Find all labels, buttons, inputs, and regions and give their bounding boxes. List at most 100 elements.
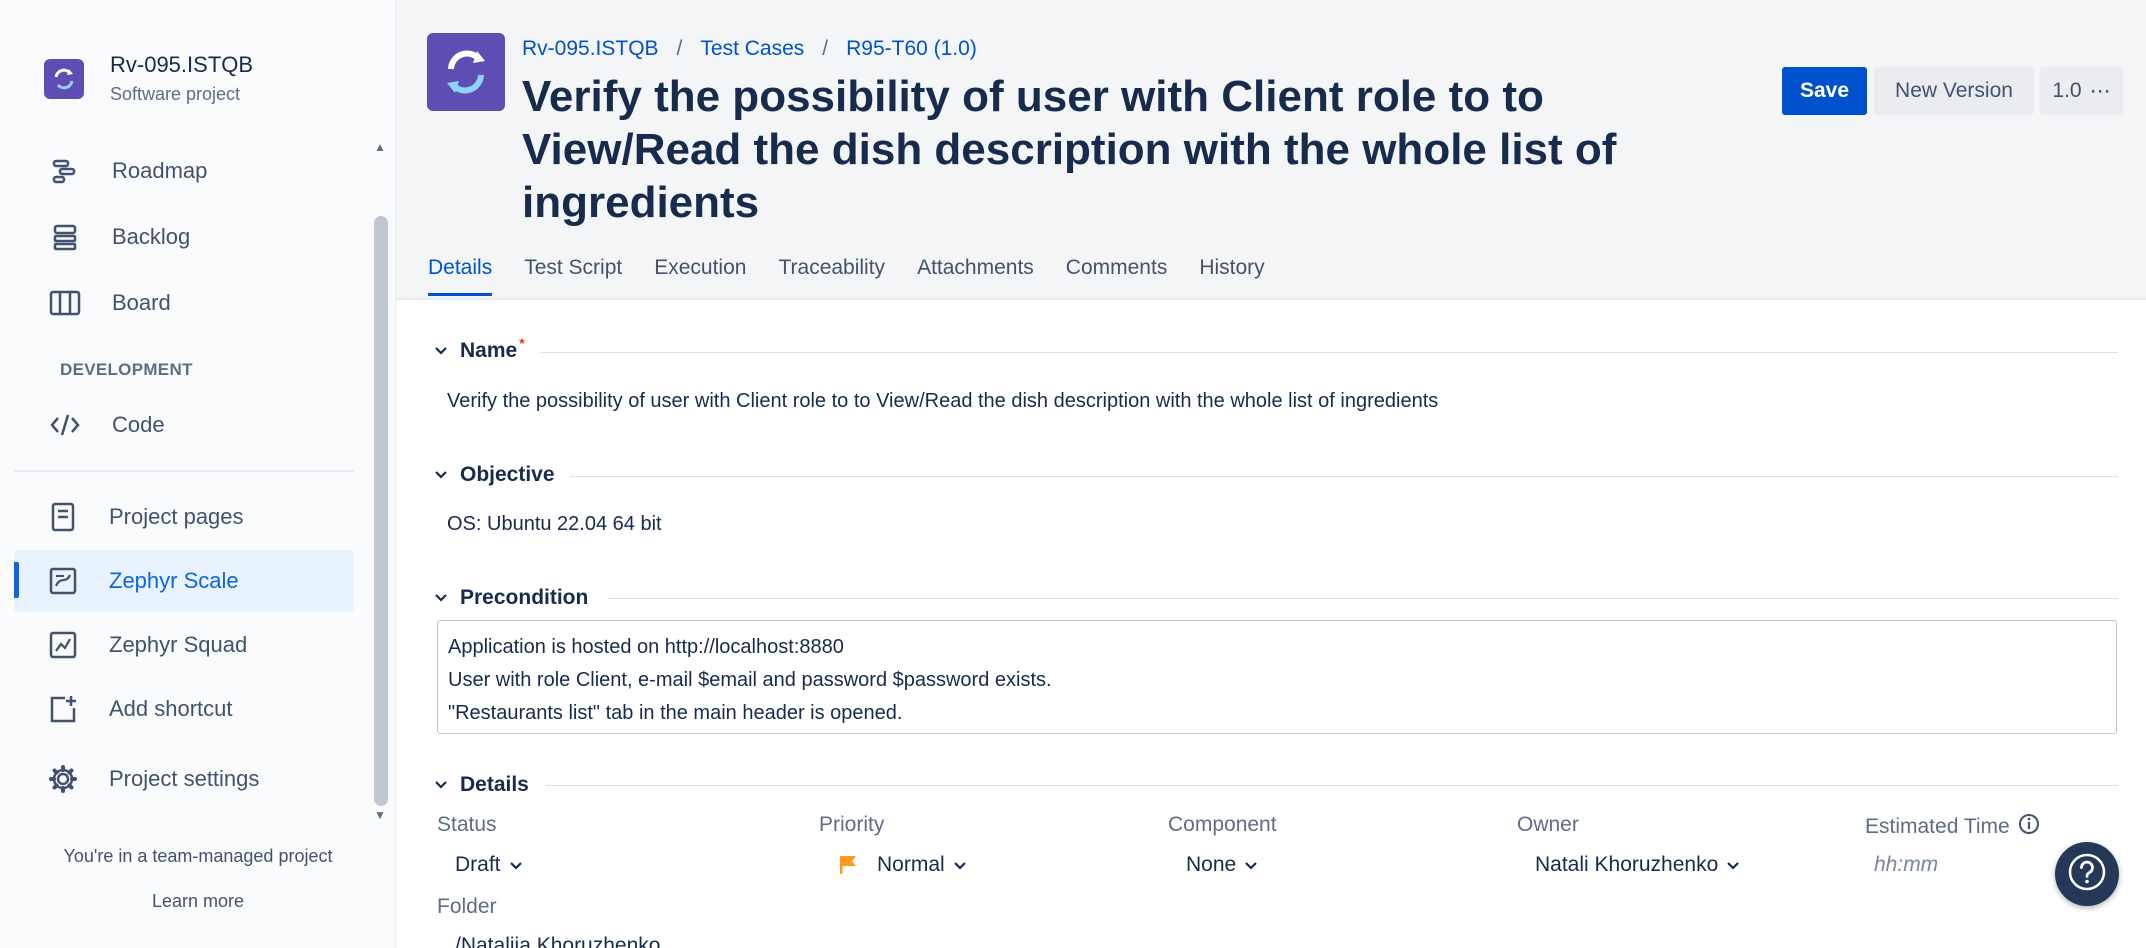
required-mark: * — [519, 335, 525, 351]
zephyr-squad-icon — [46, 628, 80, 662]
sidebar-item-label: Board — [112, 290, 171, 315]
objective-section-header[interactable]: Objective — [434, 463, 555, 487]
breadcrumb-project-link[interactable]: Rv-095.ISTQB — [522, 37, 659, 61]
sidebar-item-label: Zephyr Scale — [109, 568, 239, 593]
estimated-time-header: Estimated Time — [1865, 813, 2040, 841]
objective-value[interactable]: OS: Ubuntu 22.04 64 bit — [447, 513, 662, 536]
breadcrumb: Rv-095.ISTQB / Test Cases / R95-T60 (1.0… — [522, 37, 977, 61]
backlog-icon — [48, 220, 82, 254]
project-header[interactable]: Rv-095.ISTQB Software project — [44, 52, 253, 105]
chevron-down-icon — [434, 593, 450, 603]
test-case-type-icon — [427, 33, 505, 111]
gear-icon — [46, 762, 80, 796]
chevron-down-icon — [434, 780, 450, 790]
version-label: 1.0 — [2052, 79, 2082, 102]
sidebar-item-label: Backlog — [112, 224, 191, 249]
learn-more-link[interactable]: Learn more — [0, 891, 396, 912]
sidebar-item-label: Zephyr Squad — [109, 632, 248, 657]
section-divider — [540, 352, 2118, 353]
save-button[interactable]: Save — [1782, 67, 1867, 115]
page-icon — [46, 500, 80, 534]
folder-value: /Nataliia Khoruzhenko — [455, 934, 661, 948]
priority-value: Normal — [877, 853, 945, 876]
section-title: Name — [460, 339, 518, 362]
add-shortcut-icon — [46, 692, 80, 726]
precondition-line: User with role Client, e-mail $email and… — [448, 669, 1052, 691]
new-version-button[interactable]: New Version — [1874, 67, 2034, 115]
section-title: Details — [460, 773, 529, 796]
team-managed-note: You're in a team-managed project — [63, 846, 333, 866]
chevron-down-icon — [1726, 853, 1740, 877]
owner-dropdown[interactable]: Natali Khoruzhenko — [1535, 853, 1740, 877]
code-icon — [48, 408, 82, 442]
sidebar-item-roadmap[interactable]: Roadmap — [14, 140, 354, 202]
name-value[interactable]: Verify the possibility of user with Clie… — [447, 390, 1438, 413]
status-dropdown[interactable]: Draft — [455, 853, 523, 877]
sidebar-divider — [14, 470, 354, 472]
component-value: None — [1186, 853, 1237, 876]
breadcrumb-item-link[interactable]: R95-T60 (1.0) — [846, 37, 977, 61]
chevron-down-icon — [434, 346, 450, 356]
component-dropdown[interactable]: None — [1186, 853, 1258, 877]
estimated-time-input[interactable]: hh:mm — [1874, 853, 1938, 877]
section-title: Precondition — [460, 586, 589, 609]
tab-history[interactable]: History — [1199, 256, 1264, 296]
project-name: Rv-095.ISTQB — [110, 52, 254, 77]
tab-attachments[interactable]: Attachments — [917, 256, 1034, 296]
tab-test-script[interactable]: Test Script — [524, 256, 622, 296]
section-divider — [608, 598, 2118, 599]
tab-traceability[interactable]: Traceability — [778, 256, 885, 296]
sidebar-item-add-shortcut[interactable]: Add shortcut — [14, 678, 354, 740]
sidebar-item-backlog[interactable]: Backlog — [14, 206, 354, 268]
roadmap-icon — [48, 154, 82, 188]
estimated-time-label: Estimated Time — [1865, 815, 2010, 838]
breadcrumb-separator: / — [822, 37, 829, 60]
project-type: Software project — [110, 84, 241, 104]
help-icon — [2067, 852, 2107, 897]
zephyr-scale-icon — [46, 564, 80, 598]
scroll-up-arrow-icon[interactable]: ▲ — [374, 140, 386, 154]
sidebar-item-label: Add shortcut — [109, 696, 233, 721]
sidebar-item-zephyr-scale[interactable]: Zephyr Scale — [14, 550, 354, 612]
chevron-down-icon — [434, 470, 450, 480]
sidebar-item-project-settings[interactable]: Project settings — [14, 748, 354, 810]
precondition-editor[interactable]: Application is hosted on http://localhos… — [437, 620, 2117, 734]
section-title-development: DEVELOPMENT — [60, 360, 193, 379]
version-menu-button[interactable]: 1.0 ⋯ — [2040, 67, 2123, 115]
tab-comments[interactable]: Comments — [1066, 256, 1168, 296]
page-title: Verify the possibility of user with Clie… — [522, 72, 1617, 227]
more-icon: ⋯ — [2089, 79, 2111, 103]
info-icon[interactable] — [2018, 813, 2040, 841]
project-avatar-icon — [44, 58, 84, 99]
section-divider — [570, 476, 2118, 477]
owner-value: Natali Khoruzhenko — [1535, 853, 1719, 876]
owner-label: Owner — [1517, 813, 1579, 836]
precondition-line: "Restaurants list" tab in the main heade… — [448, 702, 903, 724]
tab-details[interactable]: Details — [428, 256, 493, 296]
breadcrumb-separator: / — [676, 37, 683, 60]
details-section-header[interactable]: Details — [434, 773, 529, 797]
priority-label: Priority — [819, 813, 885, 836]
sidebar-scrollbar[interactable]: ▲ ▼ — [370, 136, 392, 826]
section-title: Objective — [460, 463, 555, 486]
folder-dropdown[interactable]: /Nataliia Khoruzhenko — [455, 934, 660, 948]
scroll-down-arrow-icon[interactable]: ▼ — [374, 808, 386, 822]
tab-execution[interactable]: Execution — [654, 256, 746, 296]
precondition-line: Application is hosted on http://localhos… — [448, 636, 844, 658]
tab-divider — [396, 298, 2146, 300]
chevron-down-icon — [953, 853, 967, 877]
chevron-down-icon — [509, 853, 523, 877]
project-sidebar: Rv-095.ISTQB Software project Roadmap Ba… — [0, 0, 396, 948]
sidebar-item-code[interactable]: Code — [14, 394, 354, 456]
precondition-section-header[interactable]: Precondition — [434, 586, 588, 610]
priority-dropdown[interactable]: Normal — [839, 853, 967, 877]
sidebar-item-project-pages[interactable]: Project pages — [14, 486, 354, 548]
sidebar-item-label: Roadmap — [112, 158, 208, 183]
section-divider — [546, 785, 2118, 786]
scrollbar-thumb[interactable] — [374, 216, 388, 806]
help-button[interactable] — [2055, 842, 2119, 906]
breadcrumb-test-cases-link[interactable]: Test Cases — [700, 37, 804, 61]
name-section-header[interactable]: Name * — [434, 335, 525, 363]
sidebar-item-zephyr-squad[interactable]: Zephyr Squad — [14, 614, 354, 676]
sidebar-item-board[interactable]: Board — [14, 272, 354, 334]
